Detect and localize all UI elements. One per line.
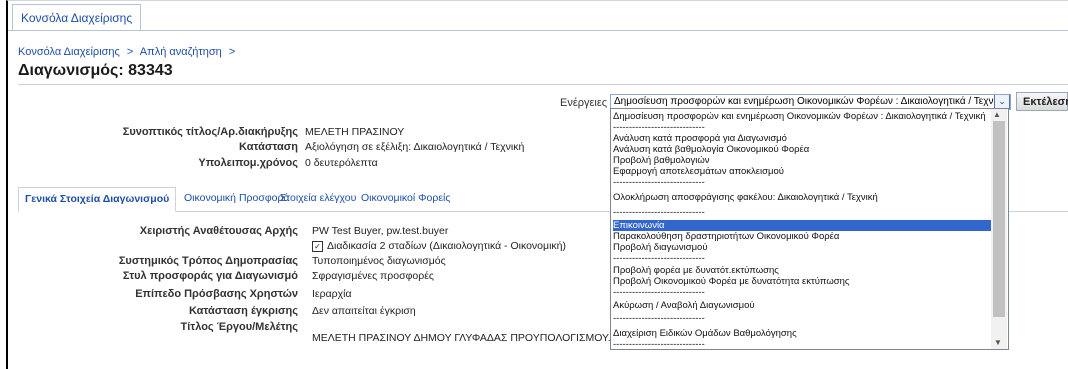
tab-financial-offer[interactable]: Οικονομική Προσφορά	[184, 187, 290, 210]
summary-remaining-value: 0 δευτερόλεπτα	[305, 157, 378, 169]
dropdown-scrollbar[interactable]: ▲ ▼	[991, 109, 1007, 349]
two-stage-checkbox[interactable]: ✓	[312, 240, 323, 252]
tab-admin-console[interactable]: Κονσόλα Διαχείρισης	[12, 4, 142, 31]
summary-remaining-label: Υπολειπομ.χρόνος	[198, 157, 298, 169]
dropdown-option[interactable]: Δημοσίευση προσφορών και ενημέρωση Οικον…	[613, 111, 991, 122]
auction-method-label: Συστημικός Τρόπος Δημοπρασίας	[118, 255, 298, 267]
scroll-up-icon[interactable]: ▲	[993, 110, 1001, 119]
project-title-label: Τίτλος Έργου/Μελέτης	[180, 321, 298, 333]
summary-status-value: Αξιολόγηση σε εξέλιξη: Δικαιολογητικά / …	[305, 141, 525, 153]
actions-dropdown-list: ----------------------------- Διαχείριση …	[610, 108, 1009, 350]
approval-status-value: Δεν απαιτείται έγκριση	[312, 305, 416, 317]
dropdown-option[interactable]: Προβολή διαγωνισμού	[613, 242, 991, 253]
dropdown-option[interactable]: Ολοκλήρωση αποσφράγισης φακέλου: Δικαιολ…	[613, 192, 991, 203]
dropdown-option[interactable]: Ανάλυση κατά βαθμολογία Οικονομικού Φορέ…	[613, 144, 991, 155]
tab-control-data[interactable]: Στοιχεία ελέγχου	[280, 187, 356, 210]
two-stage-label: Διαδικασία 2 σταδίων (Δικαιολογητικά - Ο…	[327, 240, 566, 252]
tab-vendors[interactable]: Οικονομικοί Φορείς	[361, 187, 450, 210]
access-level-value: Ιεραρχία	[312, 288, 352, 300]
actions-label: Ενέργειες	[560, 97, 608, 109]
dropdown-separator: -----------------------------	[613, 253, 705, 264]
dropdown-separator: -----------------------------	[613, 122, 705, 133]
approval-status-label: Κατάσταση έγκρισης	[188, 305, 298, 317]
dropdown-option[interactable]: Επικοινωνία	[613, 220, 991, 231]
scroll-down-icon[interactable]: ▼	[994, 338, 1002, 347]
dropdown-option[interactable]: Προβολή Οικονομικού Φορέα με δυνατότητα …	[613, 276, 991, 287]
dropdown-option[interactable]: Προβολή φορέα με δυνατότ.εκτύπωσης	[613, 265, 991, 276]
dropdown-separator: -----------------------------	[613, 287, 705, 298]
manager-value: PW Test Buyer, pw.test.buyer	[312, 225, 449, 237]
dropdown-separator: -----------------------------	[613, 207, 705, 218]
auction-method-value: Τυποποιημένος διαγωνισμός	[312, 255, 446, 267]
breadcrumb-link-console[interactable]: Κονσόλα Διαχείρισης	[18, 46, 120, 58]
actions-selected-value: Δημοσίευση προσφορών και ενημέρωση Οικον…	[614, 96, 1007, 107]
dropdown-option[interactable]: Προβολή βαθμολογιών	[613, 155, 991, 166]
breadcrumb-separator: >	[228, 46, 236, 58]
dropdown-option[interactable]: Διαχείριση Ειδικών Ομάδων Βαθμολόγησης	[613, 328, 991, 339]
breadcrumb: Κονσόλα Διαχείρισης > Απλή αναζήτηση >	[18, 46, 239, 58]
tab-divider	[8, 30, 1068, 31]
breadcrumb-link-search[interactable]: Απλή αναζήτηση	[140, 46, 222, 58]
access-level-label: Επίπεδο Πρόσβασης Χρηστών	[135, 288, 298, 300]
dropdown-option[interactable]: Ακύρωση / Αναβολή Διαγωνισμού	[613, 300, 991, 311]
dropdown-separator: -----------------------------	[613, 177, 705, 188]
dropdown-option[interactable]: Ανάλυση κατά προσφορά για Διαγωνισμό	[613, 133, 991, 144]
two-stage-row: ✓ Διαδικασία 2 σταδίων (Δικαιολογητικά - …	[312, 240, 566, 252]
summary-title-value: ΜΕΛΕΤΗ ΠΡΑΣΙΝΟΥ	[305, 126, 405, 138]
page-title: Διαγωνισμός: 83343	[18, 62, 173, 79]
dropdown-separator: -----------------------------	[613, 339, 705, 350]
summary-status-label: Κατάσταση	[239, 141, 298, 153]
project-title-value: ΜΕΛΕΤΗ ΠΡΑΣΙΝΟΥ ΔΗΜΟΥ ΓΛΥΦΑΔΑΣ ΠΡΟΥΠΟΛΟΓ…	[312, 332, 617, 344]
chevron-down-icon[interactable]: ⌄	[994, 95, 1010, 109]
execute-button[interactable]: Εκτέλεση	[1016, 92, 1068, 111]
dropdown-option[interactable]: Παρακολούθηση δραστηριοτήτων Οικονομικού…	[613, 231, 991, 242]
summary-title-label: Συνοπτικός τίτλος/Αρ.διακήρυξης	[122, 126, 298, 138]
manager-label: Χειριστής Αναθέτουσας Αρχής	[139, 225, 298, 237]
offer-style-value: Σφραγισμένες προσφορές	[312, 270, 434, 282]
tab-general[interactable]: Γενικά Στοιχεία Διαγωνισμού	[18, 187, 177, 212]
title-divider	[18, 84, 1068, 85]
breadcrumb-separator: >	[126, 46, 134, 58]
dropdown-separator: -----------------------------	[613, 313, 705, 324]
offer-style-label: Στυλ προσφοράς για Διαγωνισμό	[122, 270, 298, 282]
scrollbar-thumb[interactable]	[993, 121, 1005, 317]
dropdown-option[interactable]: Εφαρμογή αποτελεσμάτων αποκλεισμού	[613, 166, 991, 177]
